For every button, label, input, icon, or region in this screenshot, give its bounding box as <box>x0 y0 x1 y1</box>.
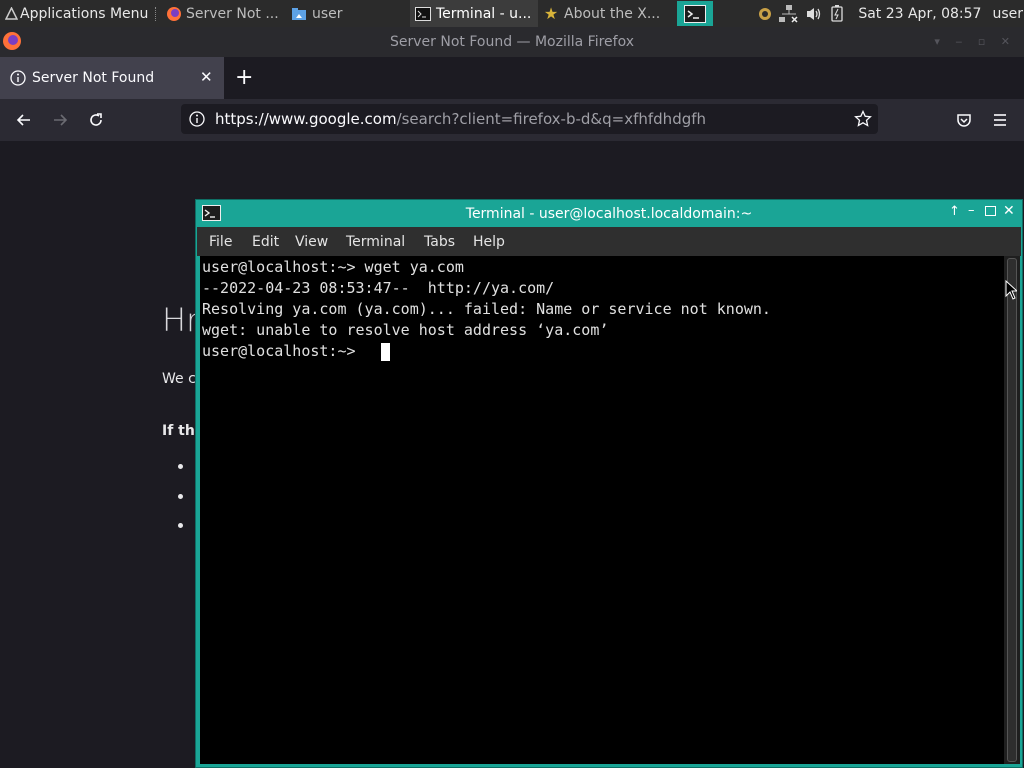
firefox-tab-strip: Server Not Found ✕ + <box>0 57 1024 99</box>
taskbar-item-label: user <box>312 5 343 22</box>
panel-separator <box>155 6 162 21</box>
maximize-button[interactable] <box>985 206 996 216</box>
list-bullet <box>178 464 183 469</box>
forward-button[interactable] <box>47 107 73 133</box>
reload-button[interactable] <box>83 107 109 133</box>
pocket-icon <box>957 114 971 127</box>
taskbar-item-firefox[interactable]: Server Not ... <box>162 0 286 27</box>
terminal-launcher-button[interactable] <box>677 1 713 26</box>
back-arrow-icon <box>16 114 30 126</box>
top-panel: Applications Menu Server Not ... user Te… <box>0 0 1024 27</box>
terminal-window-title: Terminal - user@localhost.localdomain:~ <box>465 206 753 222</box>
terminal-line: user@localhost:~> wget ya.com <box>202 258 464 276</box>
terminal-output[interactable]: user@localhost:~> wget ya.com --2022-04-… <box>200 256 1004 764</box>
terminal-line: --2022-04-23 08:53:47-- http://ya.com/ <box>202 279 555 297</box>
forward-arrow-icon <box>54 114 68 126</box>
url-path: /search?client=firefox-b-d&q=xfhfdhdgfh <box>396 110 707 128</box>
error-paragraph: We c <box>162 371 196 387</box>
url-host: https://www.google.com <box>215 110 397 128</box>
star-icon: ★ <box>543 4 559 23</box>
minimize-button[interactable]: – <box>968 203 975 218</box>
close-button[interactable]: ✕ <box>1003 203 1015 219</box>
menu-view[interactable]: View <box>295 234 328 250</box>
tab-close-icon[interactable]: ✕ <box>200 68 213 86</box>
new-tab-button[interactable]: + <box>235 65 253 90</box>
terminal-launcher-icon <box>684 4 706 23</box>
taskbar-item-label: About the X... <box>564 5 661 22</box>
terminal-cursor <box>381 343 390 361</box>
terminal-line: wget: unable to resolve host address ‘ya… <box>202 321 609 339</box>
url-bar[interactable]: https://www.google.com/search?client=fir… <box>181 104 878 134</box>
applications-menu-button[interactable]: Applications Menu <box>0 0 153 27</box>
taskbar-item-terminal[interactable]: Terminal - u... <box>410 0 538 27</box>
app-menu-button[interactable] <box>987 107 1013 133</box>
home-folder-icon <box>286 7 312 21</box>
scrollbar-thumb[interactable] <box>1007 258 1017 762</box>
window-controls[interactable]: ▾ ‒ ▫ ✕ <box>934 35 1016 48</box>
menu-edit[interactable]: Edit <box>252 234 279 250</box>
firefox-window-title: Server Not Found — Mozilla Firefox <box>389 34 634 50</box>
panel-clock[interactable]: Sat 23 Apr, 08:57 <box>858 6 981 22</box>
mouse-pointer-icon <box>1005 280 1017 300</box>
list-bullet <box>178 523 183 528</box>
taskbar-item-user-folder[interactable]: user <box>286 0 410 27</box>
tab-server-not-found[interactable]: Server Not Found ✕ <box>0 57 224 99</box>
panel-user[interactable]: user <box>992 6 1023 22</box>
reload-icon <box>90 113 102 126</box>
terminal-titlebar[interactable]: Terminal - user@localhost.localdomain:~ … <box>196 200 1022 227</box>
applications-menu-label: Applications Menu <box>20 5 149 22</box>
window-up-button[interactable]: ↑ <box>949 204 960 219</box>
taskbar-item-label: Server Not ... <box>186 5 279 22</box>
url-text: https://www.google.com/search?client=fir… <box>215 110 706 128</box>
tab-title: Server Not Found <box>32 70 155 86</box>
menu-file[interactable]: File <box>209 234 232 250</box>
firefox-icon <box>162 6 186 22</box>
firefox-titlebar: Server Not Found — Mozilla Firefox ▾ ‒ ▫… <box>0 27 1024 57</box>
terminal-prompt: user@localhost:~> <box>202 342 365 360</box>
battery-icon[interactable] <box>826 5 848 22</box>
menu-help[interactable]: Help <box>473 234 505 250</box>
site-info-icon[interactable] <box>189 111 205 127</box>
terminal-menubar: File Edit View Terminal Tabs Help <box>197 227 1021 256</box>
back-button[interactable] <box>11 107 37 133</box>
error-bold-text: If th <box>162 423 195 439</box>
list-bullet <box>178 494 183 499</box>
taskbar-item-label: Terminal - u... <box>436 5 532 22</box>
menu-terminal[interactable]: Terminal <box>346 234 405 250</box>
volume-icon[interactable] <box>802 6 826 22</box>
taskbar-item-about[interactable]: ★ About the X... <box>538 0 674 27</box>
network-icon[interactable] <box>776 4 802 23</box>
hamburger-icon <box>994 114 1006 126</box>
updates-icon[interactable] <box>754 6 776 22</box>
info-icon <box>10 70 26 86</box>
firefox-navbar: https://www.google.com/search?client=fir… <box>0 99 1024 141</box>
terminal-line: Resolving ya.com (ya.com)... failed: Nam… <box>202 300 771 318</box>
bookmark-star-icon[interactable] <box>854 110 872 128</box>
menu-tabs[interactable]: Tabs <box>424 234 455 250</box>
terminal-icon <box>410 6 436 21</box>
error-heading: Hr <box>162 301 200 339</box>
terminal-scrollbar[interactable] <box>1004 256 1020 764</box>
applications-menu-icon <box>3 7 19 20</box>
pocket-button[interactable] <box>951 107 977 133</box>
terminal-window[interactable]: Terminal - user@localhost.localdomain:~ … <box>195 199 1023 768</box>
